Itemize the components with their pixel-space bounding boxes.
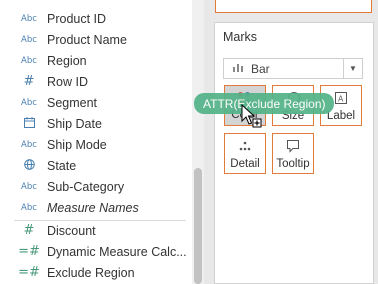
field-ship-date[interactable]: Ship Date <box>0 113 192 134</box>
label-button-label: Label <box>326 110 356 122</box>
field-sub-category[interactable]: Abc Sub-Category <box>0 176 192 197</box>
mark-type-label: Bar <box>251 61 270 76</box>
tooltip-button[interactable]: Tooltip <box>272 133 314 174</box>
number-type-icon: # <box>23 74 35 89</box>
text-label-icon: A <box>334 91 348 107</box>
dragged-field-pill[interactable]: ATTR(Exclude Region) <box>194 93 335 114</box>
field-label: Sub-Category <box>47 179 125 194</box>
field-region[interactable]: Abc Region <box>0 50 192 71</box>
field-label: Discount <box>47 223 96 238</box>
field-label: Exclude Region <box>47 265 135 280</box>
data-pane: Abc Product ID Abc Product Name Abc Regi… <box>0 0 192 284</box>
calculated-number-icon: =# <box>18 244 40 259</box>
field-label: Product Name <box>47 32 127 47</box>
detail-dots-icon <box>238 139 252 155</box>
field-dynamic-measure-calc[interactable]: =# Dynamic Measure Calc... <box>0 241 192 262</box>
tooltip-speech-icon <box>286 139 300 155</box>
field-row-id[interactable]: # Row ID <box>0 71 192 92</box>
drag-cursor-icon <box>241 104 262 128</box>
field-label: Ship Mode <box>47 137 107 152</box>
field-label: Ship Date <box>47 116 102 131</box>
number-type-icon: # <box>23 223 35 238</box>
string-type-icon: Abc <box>21 139 37 150</box>
string-type-icon: Abc <box>21 97 37 108</box>
string-type-icon: Abc <box>21 202 37 213</box>
field-label: Measure Names <box>47 200 139 215</box>
field-product-name[interactable]: Abc Product Name <box>0 29 192 50</box>
tooltip-button-label: Tooltip <box>276 158 310 170</box>
calendar-icon <box>18 116 40 131</box>
filters-card[interactable] <box>215 0 372 13</box>
scrollbar-thumb[interactable] <box>194 168 202 284</box>
field-label: Segment <box>47 95 98 110</box>
detail-button-label: Detail <box>230 158 260 170</box>
marks-title: Marks <box>223 30 258 44</box>
string-type-icon: Abc <box>21 55 37 66</box>
string-type-icon: Abc <box>21 181 37 192</box>
detail-button[interactable]: Detail <box>224 133 266 174</box>
field-state[interactable]: State <box>0 155 192 176</box>
field-ship-mode[interactable]: Abc Ship Mode <box>0 134 192 155</box>
field-exclude-region[interactable]: =# Exclude Region <box>0 262 192 283</box>
svg-text:A: A <box>338 95 344 104</box>
string-type-icon: Abc <box>21 13 37 24</box>
field-label: Region <box>47 53 87 68</box>
field-measure-names[interactable]: Abc Measure Names <box>0 197 192 218</box>
field-segment[interactable]: Abc Segment <box>0 92 192 113</box>
bar-chart-icon <box>233 63 243 75</box>
string-type-icon: Abc <box>21 34 37 45</box>
calculated-number-icon: =# <box>18 265 40 280</box>
mark-type-dropdown[interactable]: Bar ▼ <box>223 58 363 79</box>
field-label: Row ID <box>47 74 88 89</box>
field-label: Dynamic Measure Calc... <box>47 244 187 259</box>
field-discount[interactable]: # Discount <box>0 220 192 241</box>
field-label: State <box>47 158 77 173</box>
field-label: Product ID <box>47 11 107 26</box>
field-product-id[interactable]: Abc Product ID <box>0 8 192 29</box>
chevron-down-icon: ▼ <box>343 59 362 78</box>
globe-icon <box>18 158 40 173</box>
